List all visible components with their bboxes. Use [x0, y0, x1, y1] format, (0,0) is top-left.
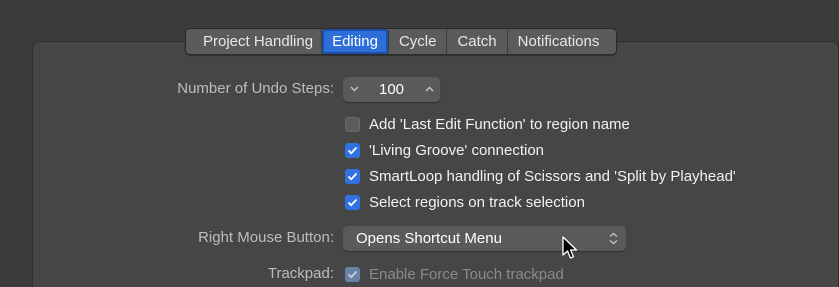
checkbox-smartloop[interactable] — [345, 168, 360, 184]
checkmark-icon — [347, 198, 358, 206]
checkbox-label: Add 'Last Edit Function' to region name — [369, 115, 630, 133]
right-mouse-button-popup[interactable]: Opens Shortcut Menu — [343, 226, 626, 251]
tab-cycle[interactable]: Cycle — [389, 29, 448, 54]
checkmark-icon — [347, 172, 358, 180]
trackpad-label: Trackpad: — [267, 265, 334, 282]
undo-steps-value[interactable]: 100 — [365, 81, 418, 98]
checkbox-force-touch — [345, 266, 360, 282]
checkbox-row-select-regions[interactable]: Select regions on track selection — [345, 192, 585, 212]
checkbox-label: SmartLoop handling of Scissors and 'Spli… — [369, 167, 736, 185]
checkbox-label: 'Living Groove' connection — [369, 141, 544, 159]
checkbox-row-living-groove[interactable]: 'Living Groove' connection — [345, 140, 544, 160]
preferences-window: Project Handling Editing Cycle Catch Not… — [0, 0, 839, 287]
tab-project-handling[interactable]: Project Handling — [186, 29, 323, 54]
undo-steps-stepper[interactable]: 100 — [343, 77, 440, 102]
right-mouse-button-label: Right Mouse Button: — [198, 229, 334, 246]
checkbox-select-regions[interactable] — [345, 194, 360, 210]
checkbox-row-force-touch: Enable Force Touch trackpad — [345, 264, 564, 284]
checkbox-label: Select regions on track selection — [369, 193, 585, 211]
checkbox-row-last-edit-function[interactable]: Add 'Last Edit Function' to region name — [345, 114, 630, 134]
checkbox-label: Enable Force Touch trackpad — [369, 265, 564, 283]
tab-editing[interactable]: Editing — [322, 29, 389, 54]
tab-notifications[interactable]: Notifications — [508, 29, 617, 54]
chevron-down-icon[interactable] — [343, 84, 365, 95]
mouse-pointer-icon — [562, 236, 578, 259]
undo-steps-label: Number of Undo Steps: — [177, 80, 334, 97]
chevron-up-icon[interactable] — [418, 84, 440, 95]
checkbox-last-edit-function[interactable] — [345, 116, 360, 132]
checkbox-living-groove[interactable] — [345, 142, 360, 158]
checkbox-row-smartloop[interactable]: SmartLoop handling of Scissors and 'Spli… — [345, 166, 736, 186]
right-mouse-button-value: Opens Shortcut Menu — [356, 230, 502, 247]
tab-catch[interactable]: Catch — [447, 29, 508, 54]
checkmark-icon — [347, 146, 358, 154]
preferences-tab-bar: Project Handling Editing Cycle Catch Not… — [185, 28, 618, 55]
up-down-chevron-icon — [609, 226, 618, 251]
checkmark-icon — [347, 270, 358, 278]
